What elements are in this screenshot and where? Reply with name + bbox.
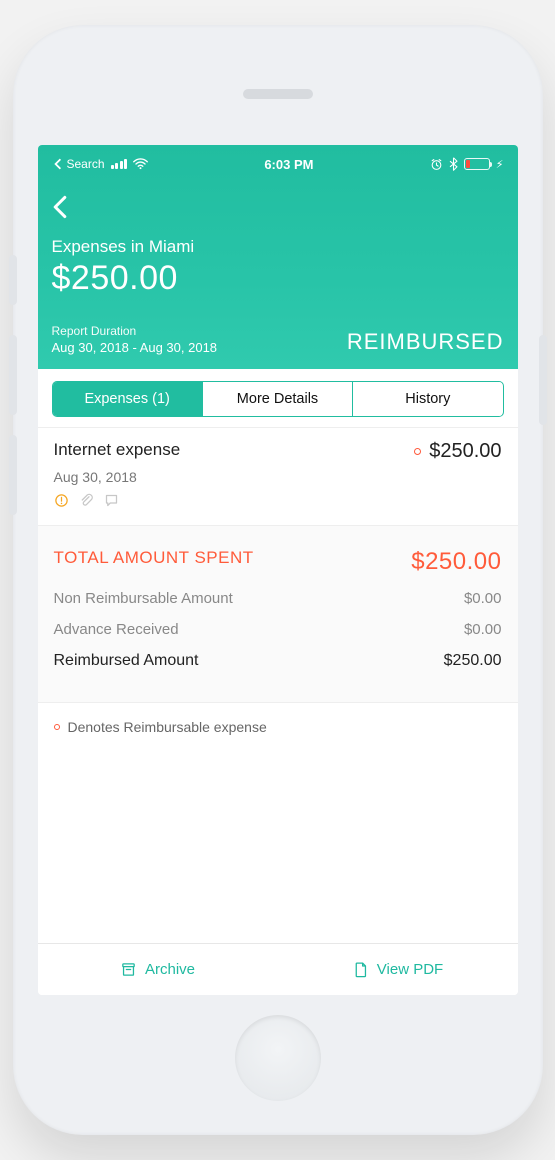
view-pdf-button[interactable]: View PDF xyxy=(278,944,518,995)
non-reimbursable-label: Non Reimbursable Amount xyxy=(54,590,233,607)
tab-more-details[interactable]: More Details xyxy=(202,382,352,416)
status-bar-left: Search xyxy=(52,157,149,171)
tab-expenses[interactable]: Expenses (1) xyxy=(53,382,202,416)
legend-text: Denotes Reimbursable expense xyxy=(68,719,267,735)
duration-range: Aug 30, 2018 - Aug 30, 2018 xyxy=(52,340,218,355)
alarm-icon xyxy=(430,158,443,171)
legend: Denotes Reimbursable expense xyxy=(38,703,518,751)
side-button xyxy=(9,335,17,415)
tab-history[interactable]: History xyxy=(352,382,502,416)
reimbursed-amount-value: $250.00 xyxy=(444,652,502,670)
archive-label: Archive xyxy=(145,961,195,978)
duration-label: Report Duration xyxy=(52,324,218,338)
archive-button[interactable]: Archive xyxy=(38,944,278,995)
reimbursable-marker-icon xyxy=(414,448,421,455)
total-spent-value: $250.00 xyxy=(411,548,501,576)
bluetooth-icon xyxy=(449,157,458,171)
warning-icon xyxy=(54,493,69,513)
expense-amount: $250.00 xyxy=(414,440,501,463)
non-reimbursable-value: $0.00 xyxy=(464,590,502,607)
battery-icon xyxy=(464,158,490,170)
expense-date: Aug 30, 2018 xyxy=(54,469,502,485)
report-title: Expenses in Miami xyxy=(52,237,504,257)
reimbursable-marker-icon xyxy=(54,724,60,730)
pdf-icon xyxy=(352,960,369,979)
app-screen: Search 6:03 PM ⚡︎ xyxy=(38,145,518,995)
home-button[interactable] xyxy=(235,1015,321,1101)
report-duration: Report Duration Aug 30, 2018 - Aug 30, 2… xyxy=(52,324,218,355)
bottom-toolbar: Archive View PDF xyxy=(38,943,518,995)
archive-icon xyxy=(120,960,137,979)
side-button xyxy=(9,435,17,515)
status-time: 6:03 PM xyxy=(264,157,313,172)
status-bar: Search 6:03 PM ⚡︎ xyxy=(52,153,504,175)
side-button xyxy=(9,255,17,305)
advance-received-value: $0.00 xyxy=(464,621,502,638)
summary-panel: TOTAL AMOUNT SPENT $250.00 Non Reimbursa… xyxy=(38,526,518,703)
chevron-left-icon xyxy=(52,158,64,170)
status-back-label: Search xyxy=(67,157,105,171)
tabs: Expenses (1) More Details History xyxy=(38,369,518,427)
expense-name: Internet expense xyxy=(54,440,181,460)
phone-frame: Search 6:03 PM ⚡︎ xyxy=(13,25,543,1135)
comment-icon xyxy=(104,493,119,513)
total-spent-label: TOTAL AMOUNT SPENT xyxy=(54,548,254,576)
expense-item[interactable]: Internet expense $250.00 Aug 30, 2018 xyxy=(38,427,518,526)
header: Search 6:03 PM ⚡︎ xyxy=(38,145,518,369)
report-amount: $250.00 xyxy=(52,259,504,298)
attachment-icon xyxy=(79,493,94,513)
back-button[interactable] xyxy=(52,193,80,221)
phone-speaker xyxy=(243,89,313,99)
status-bar-right: ⚡︎ xyxy=(430,157,504,171)
wifi-icon xyxy=(133,158,148,170)
side-button xyxy=(539,335,547,425)
view-pdf-label: View PDF xyxy=(377,961,443,978)
advance-received-label: Advance Received xyxy=(54,621,179,638)
status-back-to-app[interactable]: Search xyxy=(52,157,105,171)
cellular-signal-icon xyxy=(111,159,128,169)
reimbursed-amount-label: Reimbursed Amount xyxy=(54,652,199,670)
charging-icon: ⚡︎ xyxy=(496,158,504,171)
expense-amount-value: $250.00 xyxy=(429,440,501,463)
status-badge: REIMBURSED xyxy=(347,329,504,355)
